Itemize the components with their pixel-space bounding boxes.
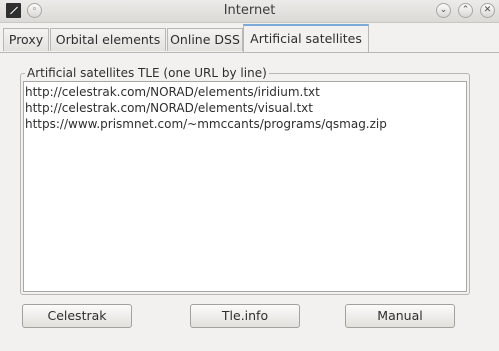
tab-pane: Artificial satellites TLE (one URL by li… [0,52,499,351]
close-button[interactable]: ✕ [480,3,495,18]
tle-url-textarea[interactable]: http://celestrak.com/NORAD/elements/irid… [23,81,467,292]
tle-url-group: Artificial satellites TLE (one URL by li… [20,66,470,295]
manual-button[interactable]: Manual [345,304,455,328]
maximize-button[interactable]: ⌃ [458,3,473,18]
tab-proxy[interactable]: Proxy [3,28,49,51]
chevron-up-icon: ⌃ [461,5,470,15]
title-bar: ◦ Internet ⌄ ⌃ ✕ [0,0,499,23]
window-title: Internet [223,3,276,18]
url-line: http://celestrak.com/NORAD/elements/irid… [25,85,320,99]
minimize-button[interactable]: ⌄ [436,3,451,18]
url-line: https://www.prismnet.com/~mmccants/progr… [25,117,387,131]
chevron-down-icon: ⌄ [439,5,448,15]
group-label: Artificial satellites TLE (one URL by li… [25,66,269,80]
tleinfo-button[interactable]: Tle.info [190,304,300,328]
tab-artificial-satellites[interactable]: Artificial satellites [243,24,369,53]
url-line: http://celestrak.com/NORAD/elements/visu… [25,101,313,115]
close-icon: ✕ [483,5,492,15]
tab-orbital-elements[interactable]: Orbital elements [50,28,166,51]
tab-online-dss[interactable]: Online DSS [167,28,243,51]
celestrak-button[interactable]: Celestrak [22,304,132,328]
tab-bar: Proxy Orbital elements Online DSS Artifi… [0,22,499,53]
